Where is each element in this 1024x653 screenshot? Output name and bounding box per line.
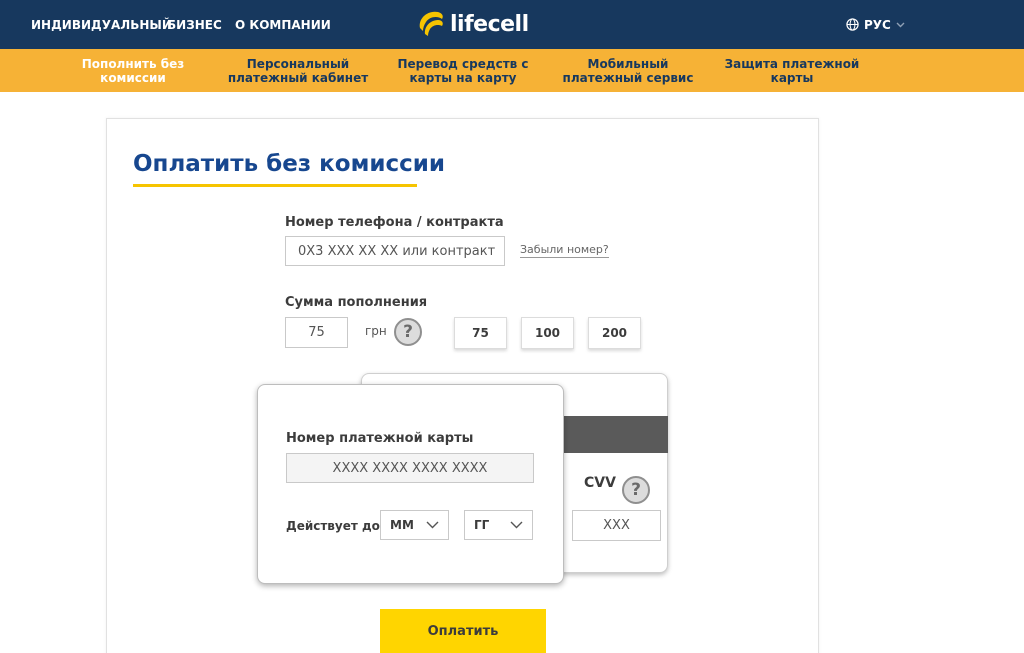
preset-200-button[interactable]: 200 <box>588 317 641 349</box>
year-select[interactable]: ГГ <box>464 510 533 540</box>
preset-75-button[interactable]: 75 <box>454 317 507 349</box>
subnav-item-card-protection[interactable]: Защита платежной карты <box>720 49 864 92</box>
language-selector[interactable]: РУС <box>846 0 910 49</box>
valid-until-label: Действует до <box>286 519 380 533</box>
card-number-input[interactable] <box>286 453 534 483</box>
phone-input[interactable] <box>285 236 505 266</box>
subnav-label-line2: платежный сервис <box>562 70 694 85</box>
currency-label: грн <box>365 324 387 338</box>
month-select[interactable]: ММ <box>380 510 449 540</box>
phone-label: Номер телефона / контракта <box>285 215 504 230</box>
subnav-item-topup[interactable]: Пополнить без комиссии <box>74 49 192 92</box>
subnav-label-line1: Защита платежной <box>724 56 860 71</box>
chevron-down-icon <box>896 22 905 27</box>
year-select-value: ГГ <box>474 518 490 532</box>
chevron-down-icon <box>426 521 439 529</box>
cvv-help-icon[interactable]: ? <box>622 476 650 504</box>
cvv-label: CVV <box>584 475 616 491</box>
sum-help-icon[interactable]: ? <box>394 318 422 346</box>
subnav-item-cabinet[interactable]: Персональный платежный кабинет <box>226 49 370 92</box>
pay-button[interactable]: Оплатить <box>380 609 546 653</box>
globe-icon <box>846 18 859 31</box>
nav-individual[interactable]: ИНДИВИДУАЛЬНЫЙ <box>31 0 172 49</box>
nav-company-link[interactable]: О КОМПАНИИ <box>235 18 331 32</box>
cvv-input[interactable] <box>572 510 661 541</box>
subnav-label-line2: карты <box>770 70 814 85</box>
subnav-label-line2: комиссии <box>100 70 166 85</box>
lifecell-logo-icon <box>414 8 446 40</box>
nav-business[interactable]: БИЗНЕС <box>167 0 222 49</box>
sum-label: Сумма пополнения <box>285 295 428 310</box>
sum-input[interactable] <box>285 317 348 348</box>
subnav-label-line1: Перевод средств с <box>397 56 529 71</box>
subnav-label-line2: платежный кабинет <box>227 70 369 85</box>
subnav-label-line1: Персональный <box>246 56 350 71</box>
language-label: РУС <box>864 17 891 32</box>
subnav-label-line2: карты на карту <box>409 70 517 85</box>
logo-text: lifecell <box>450 11 529 37</box>
card-number-label: Номер платежной карты <box>286 431 474 446</box>
nav-company[interactable]: О КОМПАНИИ <box>235 0 331 49</box>
month-select-value: ММ <box>390 518 414 532</box>
preset-100-button[interactable]: 100 <box>521 317 574 349</box>
lifecell-logo[interactable]: lifecell <box>414 5 529 43</box>
forgot-number-link[interactable]: Забыли номер? <box>520 242 609 258</box>
chevron-down-icon <box>510 521 523 529</box>
subnav-label-line1: Мобильный <box>587 56 669 71</box>
subnav-item-mobile-service[interactable]: Мобильный платежный сервис <box>558 49 698 92</box>
subnav-label-line1: Пополнить без <box>81 56 185 71</box>
page-title: Оплатить без комиссии <box>133 151 445 177</box>
nav-individual-link[interactable]: ИНДИВИДУАЛЬНЫЙ <box>31 18 172 32</box>
title-underline <box>133 184 417 187</box>
nav-business-link[interactable]: БИЗНЕС <box>167 18 222 32</box>
subnav-item-transfer[interactable]: Перевод средств с карты на карту <box>396 49 530 92</box>
card-front <box>257 384 564 584</box>
